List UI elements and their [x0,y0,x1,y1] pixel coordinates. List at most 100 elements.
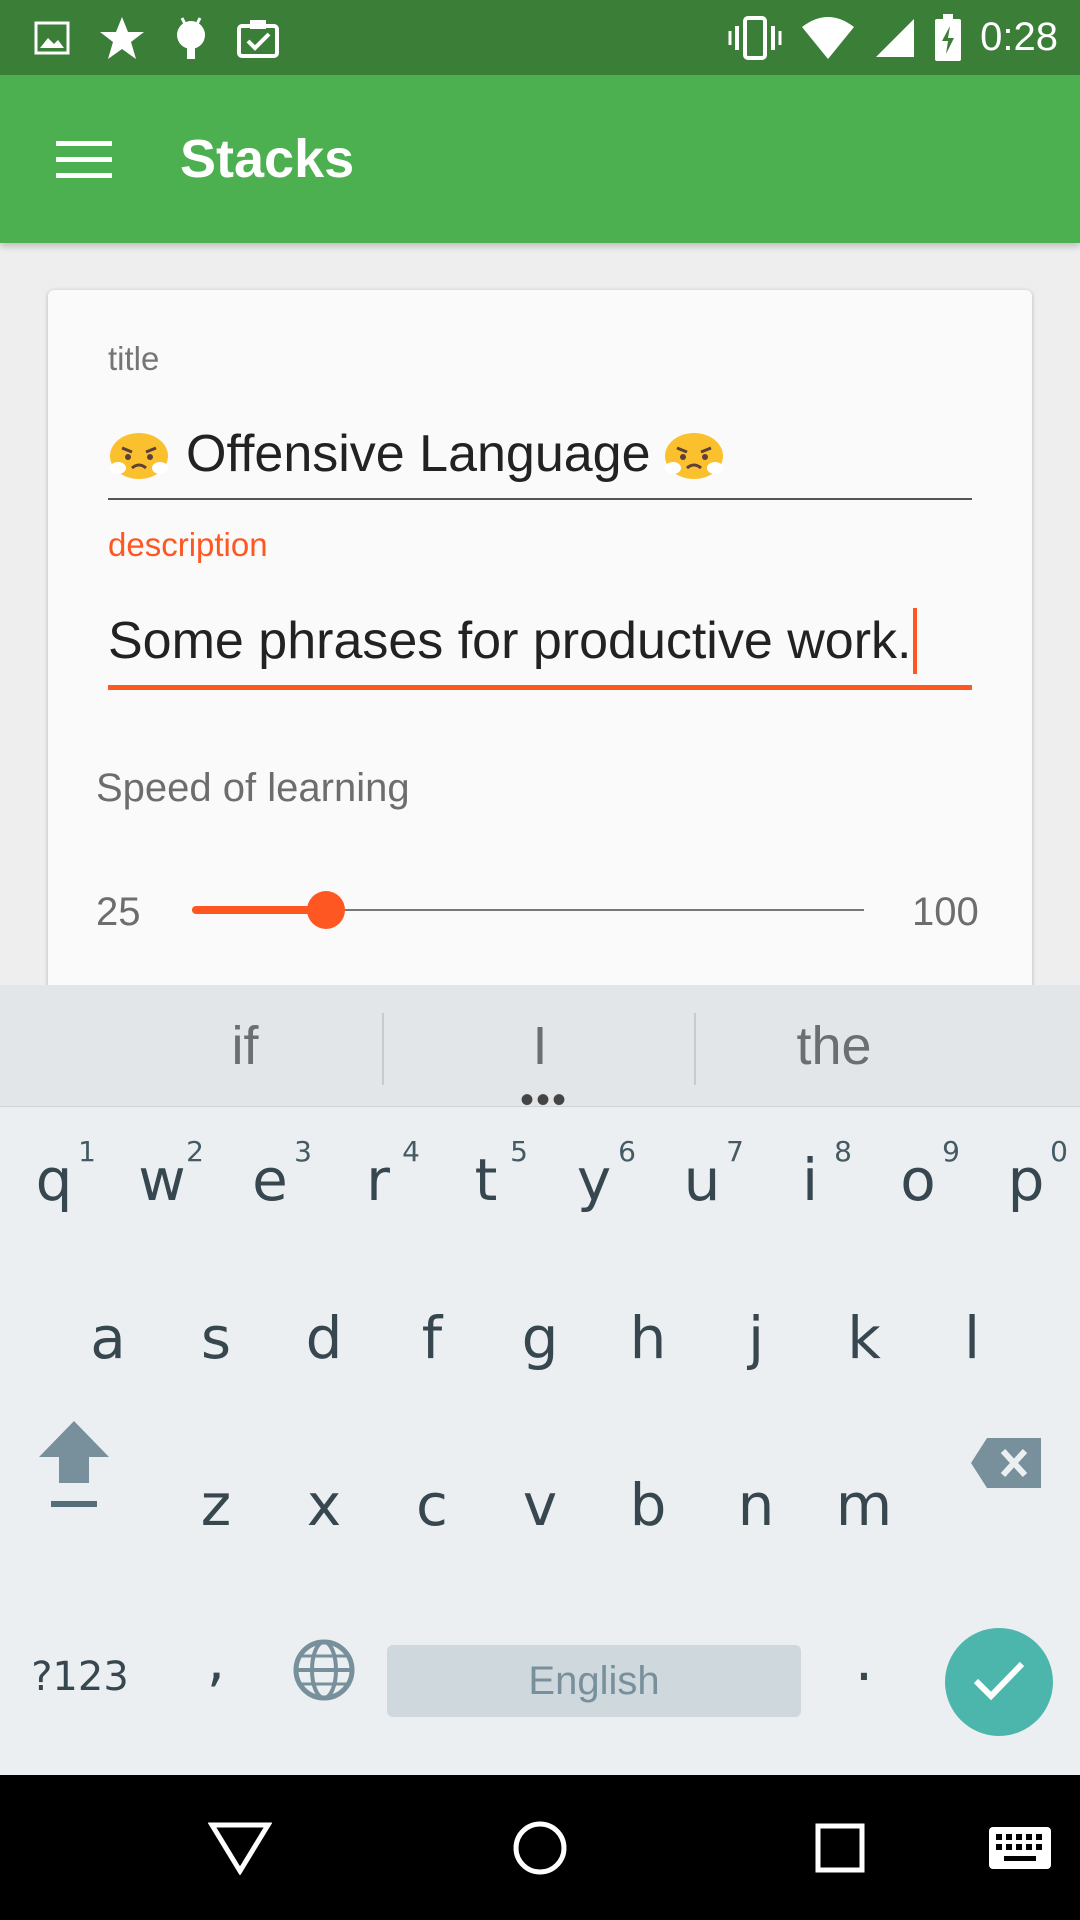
title-label: title [108,340,160,377]
key-hint: 5 [510,1135,528,1168]
menu-icon [56,139,112,179]
signal-icon [874,17,916,59]
key-label: e [252,1146,288,1214]
clipboard-check-icon [236,17,280,59]
key-e[interactable]: e3 [216,1115,324,1245]
recents-button[interactable] [795,1805,885,1895]
key-x[interactable]: x [270,1440,378,1570]
key-n[interactable]: n [702,1440,810,1570]
suggestion-3[interactable]: the [684,985,984,1107]
home-icon [512,1820,568,1881]
app-bar: Stacks [0,75,1080,243]
speed-max-label: 100 [912,890,979,934]
key-label: w [138,1146,186,1214]
language-key[interactable] [270,1612,378,1742]
key-a[interactable]: a [54,1273,162,1403]
key-s[interactable]: s [162,1273,270,1403]
menu-button[interactable] [0,75,168,243]
key-hint: 9 [942,1135,960,1168]
keyboard-icon [988,1826,1052,1875]
description-label: description [108,526,268,563]
wifi-icon [800,16,856,59]
description-field[interactable]: Some phrases for productive work. [108,608,918,674]
key-y[interactable]: y6 [540,1115,648,1245]
battery-charging-icon [934,13,962,62]
key-q[interactable]: q1 [0,1115,108,1245]
shift-key[interactable] [20,1405,128,1535]
key-d[interactable]: d [270,1273,378,1403]
key-f[interactable]: f [378,1273,486,1403]
comma-key[interactable]: , [162,1595,270,1725]
key-k[interactable]: k [810,1273,918,1403]
space-key[interactable]: English [387,1645,801,1717]
soft-keyboard: if I ••• the q1w2e3r4t5y6u7i8o9p0 asdfgh… [0,985,1080,1775]
key-label: y [576,1146,612,1214]
description-underline [108,685,972,690]
key-c[interactable]: c [378,1440,486,1570]
speed-label: Speed of learning [96,766,410,810]
key-p[interactable]: p0 [972,1115,1080,1245]
key-z[interactable]: z [162,1440,270,1570]
face-with-steam-icon [108,428,170,480]
key-hint: 3 [294,1135,312,1168]
backspace-icon [969,1436,1043,1504]
image-icon [34,21,70,55]
key-label: u [683,1146,721,1214]
speed-slider-fill [192,906,327,914]
key-label: p [1007,1146,1045,1214]
status-bar: 0:28 [0,0,1080,75]
key-label: i [801,1146,819,1214]
enter-key[interactable] [945,1628,1053,1736]
title-value: Offensive Language [186,425,651,483]
description-value: Some phrases for productive work. [108,612,912,670]
back-button[interactable] [195,1805,285,1895]
key-l[interactable]: l [918,1273,1026,1403]
suggestion-strip: if I ••• the [0,985,1080,1122]
key-hint: 0 [1050,1135,1068,1168]
star-icon [98,15,146,61]
suggestion-1[interactable]: if [95,985,395,1107]
clock: 0:28 [980,15,1058,59]
key-hint: 1 [78,1135,96,1168]
key-b[interactable]: b [594,1440,702,1570]
key-t[interactable]: t5 [432,1115,540,1245]
key-u[interactable]: u7 [648,1115,756,1245]
key-j[interactable]: j [702,1273,810,1403]
key-label: r [366,1146,390,1214]
key-hint: 6 [618,1135,636,1168]
key-r[interactable]: r4 [324,1115,432,1245]
key-hint: 4 [402,1135,420,1168]
text-cursor [913,608,918,674]
keyboard-switch-button[interactable] [975,1805,1065,1895]
recents-icon [815,1823,865,1878]
key-v[interactable]: v [486,1440,594,1570]
key-h[interactable]: h [594,1273,702,1403]
key-g[interactable]: g [486,1273,594,1403]
title-underline [108,498,972,500]
key-hint: 8 [834,1135,852,1168]
home-button[interactable] [495,1805,585,1895]
key-i[interactable]: i8 [756,1115,864,1245]
key-o[interactable]: o9 [864,1115,972,1245]
app-title: Stacks [180,129,355,189]
android-icon [174,15,208,61]
key-m[interactable]: m [810,1440,918,1570]
key-label: q [35,1146,73,1214]
key-label: o [900,1146,936,1214]
suggestion-divider [382,1013,384,1085]
title-field[interactable]: Offensive Language [108,424,725,484]
checkmark-icon [972,1659,1026,1706]
speed-slider[interactable] [192,891,864,929]
delete-key[interactable] [952,1405,1060,1535]
face-with-steam-icon [663,428,725,480]
speed-min-label: 25 [96,890,141,934]
symbols-key[interactable]: ?123 [26,1612,134,1742]
key-hint: 2 [186,1135,204,1168]
shift-icon [37,1417,111,1523]
key-label: t [474,1146,498,1214]
back-icon [207,1821,273,1880]
key-w[interactable]: w2 [108,1115,216,1245]
period-key[interactable]: . [810,1595,918,1725]
navigation-bar [0,1775,1080,1920]
globe-icon [293,1639,355,1715]
